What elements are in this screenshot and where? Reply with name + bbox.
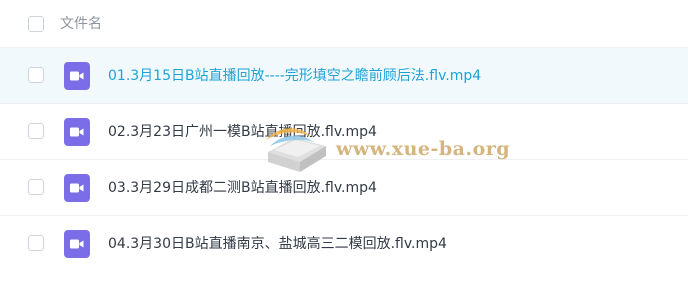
file-row[interactable]: 02.3月23日广州一模B站直播回放.flv.mp4 — [0, 104, 688, 160]
file-row[interactable]: 01.3月15日B站直播回放----完形填空之瞻前顾后法.flv.mp4 — [0, 48, 688, 104]
file-name[interactable]: 03.3月29日成都二测B站直播回放.flv.mp4 — [108, 178, 377, 198]
row-checkbox[interactable] — [28, 179, 44, 195]
file-list: 文件名 01.3月15日B站直播回放----完形填空之瞻前顾后法.flv.mp4… — [0, 0, 688, 281]
file-row[interactable]: 03.3月29日成都二测B站直播回放.flv.mp4 — [0, 160, 688, 216]
video-file-icon — [64, 118, 90, 146]
video-file-icon — [64, 230, 90, 258]
file-name[interactable]: 04.3月30日B站直播南京、盐城高三二模回放.flv.mp4 — [108, 234, 447, 254]
row-checkbox[interactable] — [28, 235, 44, 251]
file-row[interactable]: 04.3月30日B站直播南京、盐城高三二模回放.flv.mp4 — [0, 216, 688, 272]
file-list-header: 文件名 — [0, 0, 688, 48]
filename-column-header[interactable]: 文件名 — [60, 14, 102, 34]
video-file-icon — [64, 62, 90, 90]
select-all-checkbox[interactable] — [28, 16, 44, 32]
file-name[interactable]: 01.3月15日B站直播回放----完形填空之瞻前顾后法.flv.mp4 — [108, 66, 481, 86]
row-checkbox[interactable] — [28, 67, 44, 83]
video-file-icon — [64, 174, 90, 202]
file-name[interactable]: 02.3月23日广州一模B站直播回放.flv.mp4 — [108, 122, 377, 142]
row-checkbox[interactable] — [28, 123, 44, 139]
